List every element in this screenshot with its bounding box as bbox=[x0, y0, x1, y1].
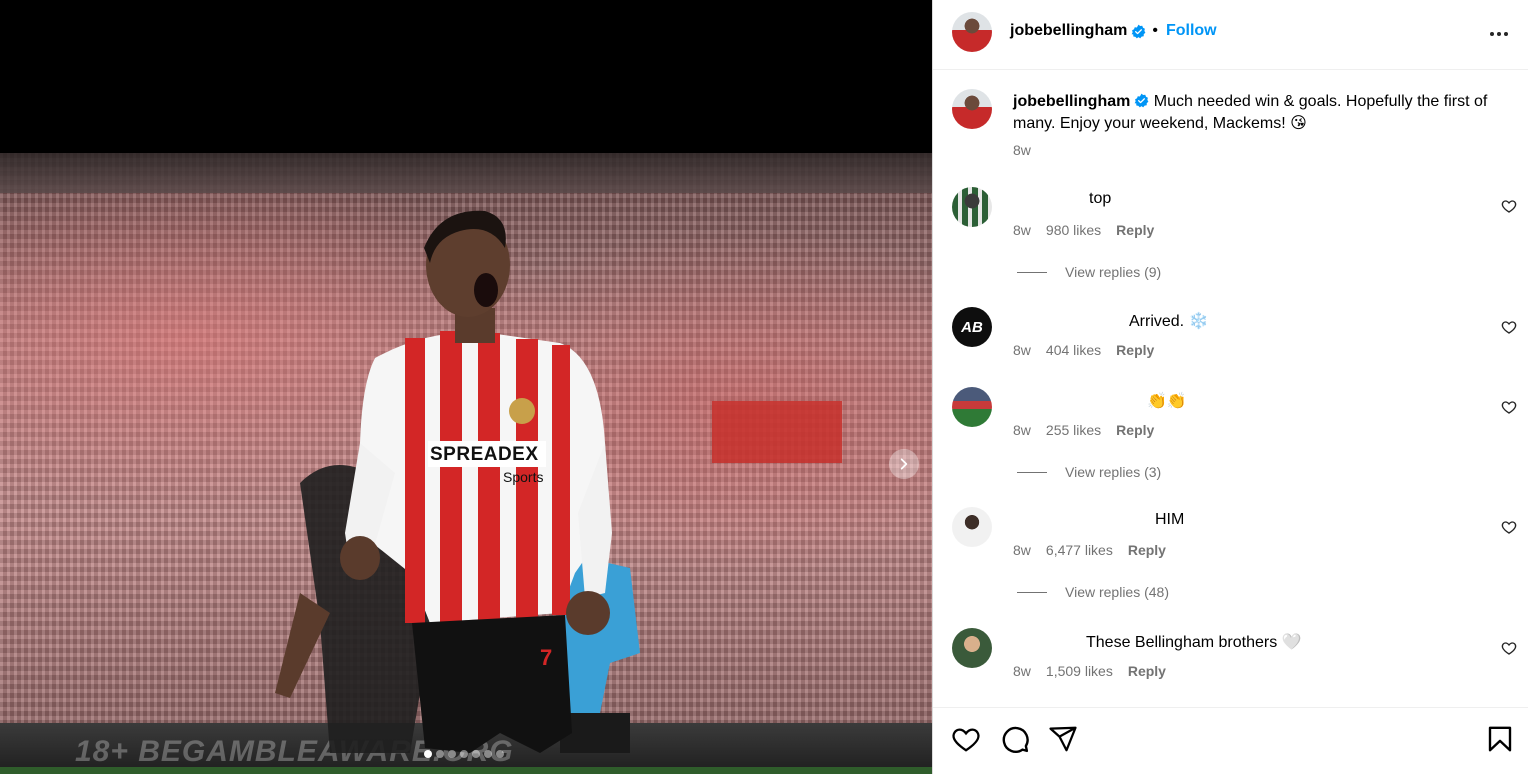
heart-icon[interactable] bbox=[1501, 319, 1517, 335]
replies-line bbox=[1017, 591, 1047, 593]
comment-likes[interactable]: 6,477 likes bbox=[1046, 542, 1113, 558]
comment-meta: 8w 980 likes Reply bbox=[1013, 222, 1154, 238]
comment-time[interactable]: 8w bbox=[1013, 663, 1031, 679]
comment-icon[interactable] bbox=[1000, 724, 1030, 754]
share-icon[interactable] bbox=[1048, 724, 1078, 754]
comment-time[interactable]: 8w bbox=[1013, 342, 1031, 358]
shirt-sponsor-sub: Sports bbox=[503, 469, 544, 485]
chevron-right-icon bbox=[900, 458, 908, 470]
author-avatar[interactable] bbox=[952, 12, 992, 52]
comment-avatar[interactable] bbox=[952, 628, 992, 668]
post-header: jobebellingham • Follow bbox=[933, 0, 1528, 70]
bookmark-icon[interactable] bbox=[1485, 724, 1515, 754]
carousel-next-button[interactable] bbox=[889, 449, 919, 479]
follow-button[interactable]: Follow bbox=[1166, 22, 1217, 40]
view-replies-button[interactable]: View replies (9) bbox=[1017, 264, 1161, 280]
header-separator: • bbox=[1152, 22, 1158, 39]
post-media: 18+ BEGAMBLEAWARE.ORG SPREADEX Sports 7 bbox=[0, 0, 932, 774]
view-replies-button[interactable]: View replies (48) bbox=[1017, 584, 1169, 600]
post-caption: jobebellingham Much needed win & goals. … bbox=[1013, 91, 1513, 135]
comment-time[interactable]: 8w bbox=[1013, 222, 1031, 238]
comment-meta: 8w 255 likes Reply bbox=[1013, 422, 1154, 438]
comment-likes[interactable]: 404 likes bbox=[1046, 342, 1101, 358]
comments-list[interactable]: jobebellingham Much needed win & goals. … bbox=[933, 71, 1528, 707]
heart-icon[interactable] bbox=[951, 724, 981, 754]
carousel-dot[interactable] bbox=[460, 750, 468, 758]
comment-text: 👏👏 bbox=[1147, 393, 1187, 410]
comment-avatar[interactable] bbox=[952, 187, 992, 227]
comment-time[interactable]: 8w bbox=[1013, 422, 1031, 438]
view-replies-label: View replies (3) bbox=[1065, 464, 1162, 480]
avatar-badge-text: AB bbox=[961, 318, 983, 336]
replies-line bbox=[1017, 471, 1047, 473]
comment-meta: 8w 1,509 likes Reply bbox=[1013, 663, 1166, 679]
comment-meta: 8w 404 likes Reply bbox=[1013, 342, 1154, 358]
comment-text: These Bellingham brothers 🤍 bbox=[1086, 634, 1302, 651]
post-action-bar bbox=[933, 707, 1528, 774]
carousel-dots bbox=[424, 750, 504, 758]
comment-likes[interactable]: 980 likes bbox=[1046, 222, 1101, 238]
comment-text: Arrived. ❄️ bbox=[1129, 313, 1209, 330]
heart-icon[interactable] bbox=[1501, 198, 1517, 214]
author-line: jobebellingham • Follow bbox=[1010, 22, 1217, 40]
view-replies-button[interactable]: View replies (3) bbox=[1017, 464, 1161, 480]
view-replies-label: View replies (48) bbox=[1065, 584, 1170, 600]
carousel-dot-active[interactable] bbox=[424, 750, 432, 758]
carousel-dot[interactable] bbox=[448, 750, 456, 758]
author-username[interactable]: jobebellingham bbox=[1010, 22, 1127, 40]
instagram-post-view: 18+ BEGAMBLEAWARE.ORG SPREADEX Sports 7 … bbox=[0, 0, 1528, 774]
comment-avatar[interactable] bbox=[952, 507, 992, 547]
verified-badge-icon bbox=[1131, 24, 1146, 38]
caption-time[interactable]: 8w bbox=[1013, 142, 1031, 158]
caption-author-avatar[interactable] bbox=[952, 89, 992, 129]
shirt-sponsor: SPREADEX bbox=[430, 444, 539, 465]
verified-badge-icon bbox=[1134, 93, 1149, 108]
view-replies-label: View replies (9) bbox=[1065, 264, 1162, 280]
replies-line bbox=[1017, 271, 1047, 273]
caption-emoji: 😘 bbox=[1290, 115, 1307, 132]
shorts-number: 7 bbox=[540, 645, 553, 670]
carousel-dot[interactable] bbox=[472, 750, 480, 758]
comment-avatar[interactable]: AB bbox=[952, 307, 992, 347]
more-options-icon[interactable] bbox=[1487, 22, 1511, 46]
reply-button[interactable]: Reply bbox=[1116, 342, 1154, 358]
reply-button[interactable]: Reply bbox=[1128, 663, 1166, 679]
carousel-dot[interactable] bbox=[496, 750, 504, 758]
comment-time[interactable]: 8w bbox=[1013, 542, 1031, 558]
carousel-dot[interactable] bbox=[484, 750, 492, 758]
post-photo: 18+ BEGAMBLEAWARE.ORG SPREADEX Sports 7 bbox=[0, 153, 932, 774]
comment-likes[interactable]: 255 likes bbox=[1046, 422, 1101, 438]
reply-button[interactable]: Reply bbox=[1116, 422, 1154, 438]
comment-likes[interactable]: 1,509 likes bbox=[1046, 663, 1113, 679]
comment-avatar[interactable] bbox=[952, 387, 992, 427]
comment-meta: 8w 6,477 likes Reply bbox=[1013, 542, 1166, 558]
reply-button[interactable]: Reply bbox=[1128, 542, 1166, 558]
reply-button[interactable]: Reply bbox=[1116, 222, 1154, 238]
heart-icon[interactable] bbox=[1501, 519, 1517, 535]
heart-icon[interactable] bbox=[1501, 399, 1517, 415]
carousel-dot[interactable] bbox=[436, 750, 444, 758]
post-side-panel: jobebellingham • Follow jobebellingham M… bbox=[932, 0, 1528, 774]
comment-text: HIM bbox=[1155, 511, 1185, 528]
comment-text: top bbox=[1089, 190, 1112, 207]
caption-username[interactable]: jobebellingham bbox=[1013, 93, 1130, 110]
heart-icon[interactable] bbox=[1501, 640, 1517, 656]
